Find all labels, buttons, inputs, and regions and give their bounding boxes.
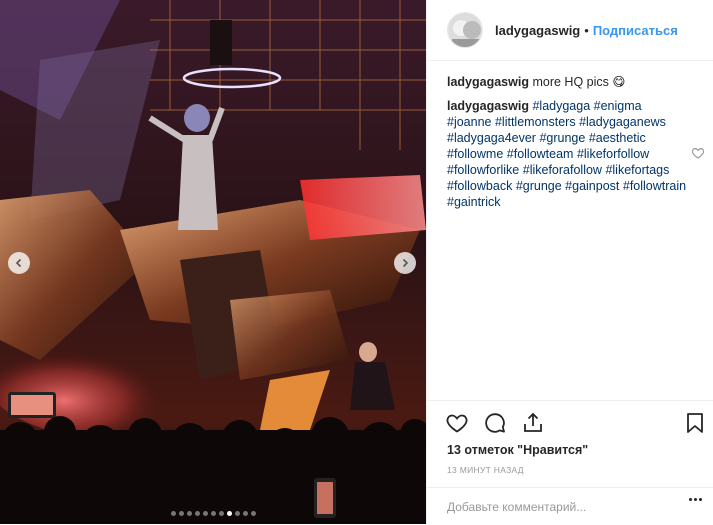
- carousel-dot: [202, 511, 208, 516]
- carousel-dot: [170, 511, 176, 516]
- hashtag-comment: ladygagaswig #ladygaga #enigma #joanne #…: [447, 98, 687, 210]
- carousel-dot: [178, 511, 184, 516]
- carousel-indicator: [0, 511, 426, 516]
- next-slide-button[interactable]: [394, 252, 416, 274]
- carousel-dot: [250, 511, 256, 516]
- post-header: ladygagaswig • Подписаться: [427, 0, 713, 61]
- hashtag-list: #ladygaga #enigma #joanne #littlemonster…: [447, 99, 686, 209]
- avatar[interactable]: [447, 12, 483, 48]
- post-sidebar: ladygagaswig • Подписаться ladygagaswig …: [426, 0, 713, 524]
- carousel-dot: [226, 511, 232, 516]
- comment-username[interactable]: ladygagaswig: [447, 99, 529, 113]
- hashtag-link[interactable]: #likeforfollow: [577, 147, 649, 161]
- comment-input[interactable]: [447, 499, 667, 514]
- post-media: [0, 0, 426, 524]
- hashtag-link[interactable]: #grunge: [516, 179, 562, 193]
- hashtag-link[interactable]: #followme: [447, 147, 503, 161]
- hashtag-link[interactable]: #followforlike: [447, 163, 519, 177]
- hashtag-link[interactable]: #followback: [447, 179, 512, 193]
- carousel-dot: [186, 511, 192, 516]
- carousel-dot: [210, 511, 216, 516]
- heart-icon[interactable]: [445, 411, 469, 435]
- more-options-icon[interactable]: [689, 498, 702, 501]
- hashtag-link[interactable]: #likeforafollow: [523, 163, 602, 177]
- add-comment-bar: [427, 487, 713, 525]
- carousel-dot: [218, 511, 224, 516]
- hashtag-link[interactable]: #littlemonsters: [495, 115, 576, 129]
- hashtag-link[interactable]: #ladygaga4ever: [447, 131, 536, 145]
- carousel-dot: [194, 511, 200, 516]
- hashtag-link[interactable]: #gaintrick: [447, 195, 501, 209]
- hashtag-link[interactable]: #followteam: [507, 147, 574, 161]
- hashtag-link[interactable]: #likefortags: [605, 163, 669, 177]
- header-separator: •: [584, 22, 589, 38]
- hashtag-link[interactable]: #followtrain: [623, 179, 686, 193]
- hashtag-link[interactable]: #ladygaga: [532, 99, 590, 113]
- post-timestamp: 13 МИНУТ НАЗАД: [447, 465, 524, 475]
- concert-photo: [0, 0, 426, 524]
- hashtag-link[interactable]: #joanne: [447, 115, 492, 129]
- caption-username[interactable]: ladygagaswig: [447, 75, 529, 89]
- hashtag-link[interactable]: #ladygaganews: [579, 115, 666, 129]
- hashtag-link[interactable]: #gainpost: [565, 179, 619, 193]
- hashtag-link[interactable]: #aesthetic: [589, 131, 646, 145]
- previous-slide-button[interactable]: [8, 252, 30, 274]
- bookmark-icon: [687, 413, 703, 433]
- share-icon[interactable]: [521, 411, 545, 435]
- follow-button[interactable]: Подписаться: [593, 23, 678, 38]
- chevron-left-icon: [15, 258, 22, 268]
- carousel-dot: [234, 511, 240, 516]
- hashtag-link[interactable]: #grunge: [539, 131, 585, 145]
- likes-count[interactable]: 13 отметок "Нравится": [447, 443, 588, 457]
- save-button[interactable]: [683, 411, 707, 440]
- comment-like-heart-icon[interactable]: [691, 146, 705, 160]
- comment-icon[interactable]: [483, 411, 507, 435]
- instagram-post: ladygagaswig • Подписаться ladygagaswig …: [0, 0, 713, 524]
- comments-list: ladygagaswig more HQ pics 😋 ladygagaswig…: [447, 74, 687, 210]
- caption: ladygagaswig more HQ pics 😋: [447, 74, 687, 90]
- post-actions: 13 отметок "Нравится" 13 МИНУТ НАЗАД: [427, 400, 713, 524]
- hashtag-link[interactable]: #enigma: [594, 99, 642, 113]
- caption-text: more HQ pics 😋: [532, 75, 626, 89]
- chevron-right-icon: [402, 258, 409, 268]
- header-username[interactable]: ladygagaswig: [495, 23, 580, 38]
- carousel-dot: [242, 511, 248, 516]
